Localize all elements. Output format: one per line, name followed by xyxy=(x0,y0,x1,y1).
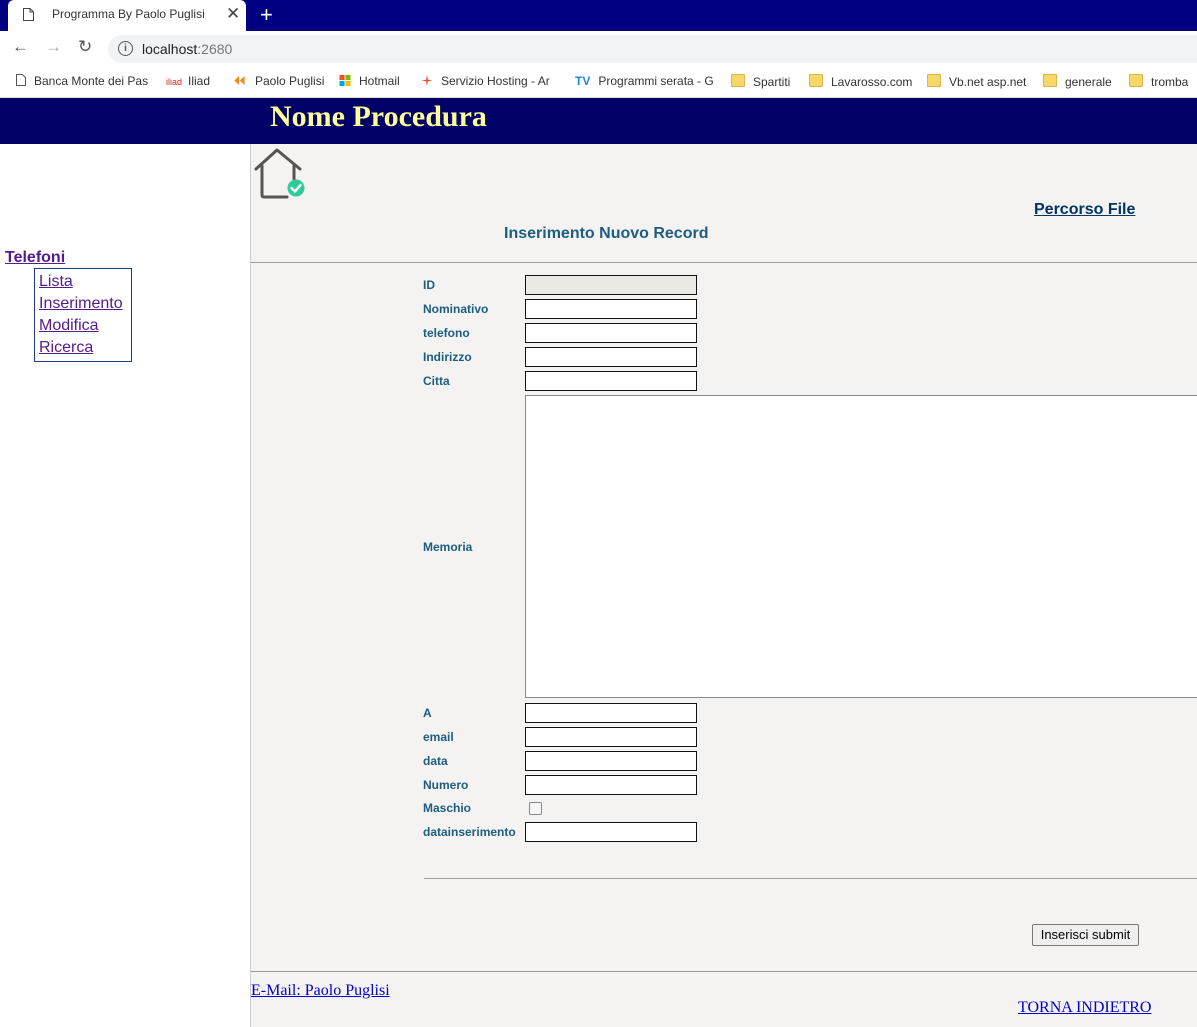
bookmark-label: Spartiti xyxy=(753,75,791,89)
bookmark-label: Banca Monte dei Pas xyxy=(34,74,149,88)
reload-icon[interactable]: ↻ xyxy=(78,37,92,57)
page-icon xyxy=(23,8,34,21)
nominativo-field[interactable] xyxy=(525,299,697,319)
bookmark-label: Hotmail xyxy=(359,74,400,88)
folder-icon xyxy=(1129,74,1143,87)
percorso-file-link[interactable]: Percorso File xyxy=(1034,201,1135,219)
page-icon xyxy=(16,74,26,86)
label-citta: Citta xyxy=(423,374,450,388)
bookmark-label: Servizio Hosting - Ar xyxy=(441,74,550,88)
label-maschio: Maschio xyxy=(423,801,472,815)
bookmark-iliad[interactable]: iliad Iliad xyxy=(166,74,210,88)
bookmark-label: Programmi serata - G xyxy=(598,74,714,88)
label-memoria: Memoria xyxy=(423,540,473,554)
torna-indietro-link[interactable]: TORNA INDIETRO xyxy=(1018,999,1151,1017)
telefono-field[interactable] xyxy=(525,323,697,343)
indirizzo-field[interactable] xyxy=(525,347,697,367)
home-check-icon[interactable] xyxy=(253,147,307,199)
label-numero: Numero xyxy=(423,778,469,792)
bookmark-label: Lavarosso.com xyxy=(831,75,913,89)
new-tab-icon[interactable]: + xyxy=(260,2,273,28)
id-field[interactable] xyxy=(525,275,697,295)
bookmark-tromba[interactable]: tromba xyxy=(1129,74,1188,89)
chevrons-left-icon xyxy=(234,75,245,86)
microsoft-logo-icon xyxy=(339,75,351,86)
bookmarks-bar: Banca Monte dei Pas iliad Iliad Paolo Pug… xyxy=(0,67,1197,98)
bookmark-banca[interactable]: Banca Monte dei Pas xyxy=(16,74,148,88)
citta-field[interactable] xyxy=(525,371,697,391)
label-a: A xyxy=(423,706,432,720)
url-port: :2680 xyxy=(197,41,233,57)
folder-icon xyxy=(809,74,823,87)
spark-icon xyxy=(421,75,433,86)
bookmark-label: Iliad xyxy=(188,74,211,88)
bookmark-generale[interactable]: generale xyxy=(1043,74,1112,89)
folder-icon xyxy=(927,74,941,87)
sidebar-item-lista[interactable]: Lista xyxy=(39,271,131,293)
bookmark-hotmail[interactable]: Hotmail xyxy=(339,74,400,88)
sidebar-heading-telefoni[interactable]: Telefoni xyxy=(5,249,65,267)
label-datainserimento: datainserimento xyxy=(423,825,516,839)
label-email: email xyxy=(423,730,454,744)
sidebar-item-ricerca[interactable]: Ricerca xyxy=(39,337,131,359)
label-indirizzo: Indirizzo xyxy=(423,350,472,364)
folder-icon xyxy=(1043,74,1057,87)
bookmark-programmi-serata[interactable]: TV Programmi serata - G xyxy=(575,74,714,88)
bookmark-label: Paolo Puglisi xyxy=(255,74,325,88)
folder-icon xyxy=(731,74,745,87)
address-bar[interactable]: i localhost:2680 xyxy=(108,35,1197,63)
url-host: localhost xyxy=(142,41,198,57)
sidebar-menu: Lista Inserimento Modifica Ricerca xyxy=(34,268,132,362)
form-title: Inserimento Nuovo Record xyxy=(504,225,709,242)
bookmark-label: Vb.net asp.net xyxy=(949,75,1027,89)
browser-tab[interactable]: Programma By Paolo Puglisi ✕ xyxy=(8,0,246,31)
inserisci-submit-button[interactable]: Inserisci submit xyxy=(1032,924,1139,946)
bookmark-label: tromba xyxy=(1151,75,1189,89)
close-tab-icon[interactable]: ✕ xyxy=(226,4,240,24)
divider xyxy=(424,878,1197,879)
email-link[interactable]: E-Mail: Paolo Puglisi xyxy=(251,982,390,1000)
datainserimento-field[interactable] xyxy=(525,822,697,842)
tv-logo-icon: TV xyxy=(575,74,591,88)
bookmark-lavarosso[interactable]: Lavarosso.com xyxy=(809,74,912,89)
bookmark-vbnet[interactable]: Vb.net asp.net xyxy=(927,74,1026,89)
sidebar: Telefoni Lista Inserimento Modifica Rice… xyxy=(0,144,251,1027)
numero-field[interactable] xyxy=(525,775,697,795)
site-info-icon[interactable]: i xyxy=(118,41,133,56)
page-title: Nome Procedura xyxy=(270,100,487,133)
label-id: ID xyxy=(423,278,435,292)
browser-tab-strip: Programma By Paolo Puglisi ✕ + xyxy=(0,0,1197,31)
bookmark-paolo-puglisi[interactable]: Paolo Puglisi xyxy=(231,74,324,88)
bookmark-label: generale xyxy=(1065,75,1112,89)
email-field[interactable] xyxy=(525,727,697,747)
sidebar-item-inserimento[interactable]: Inserimento xyxy=(39,293,131,315)
main-content: Percorso File Inserimento Nuovo Record I… xyxy=(251,144,1197,1027)
a-field[interactable] xyxy=(525,703,697,723)
label-telefono: telefono xyxy=(423,326,470,340)
page-header: Nome Procedura xyxy=(0,98,1197,144)
label-data: data xyxy=(423,754,448,768)
divider xyxy=(251,262,1197,263)
sidebar-item-modifica[interactable]: Modifica xyxy=(39,315,131,337)
divider xyxy=(251,971,1197,972)
bookmark-spartiti[interactable]: Spartiti xyxy=(731,74,790,89)
back-icon[interactable]: ← xyxy=(12,37,29,57)
memoria-textarea[interactable] xyxy=(525,395,1197,698)
url-text: localhost:2680 xyxy=(142,41,232,57)
forward-icon[interactable]: → xyxy=(45,37,62,57)
bookmark-servizio-hosting[interactable]: Servizio Hosting - Ar xyxy=(421,74,550,88)
iliad-logo-icon: iliad xyxy=(166,77,183,87)
maschio-checkbox[interactable] xyxy=(529,802,542,815)
data-field[interactable] xyxy=(525,751,697,771)
tab-title: Programma By Paolo Puglisi xyxy=(52,7,205,21)
label-nominativo: Nominativo xyxy=(423,302,489,316)
